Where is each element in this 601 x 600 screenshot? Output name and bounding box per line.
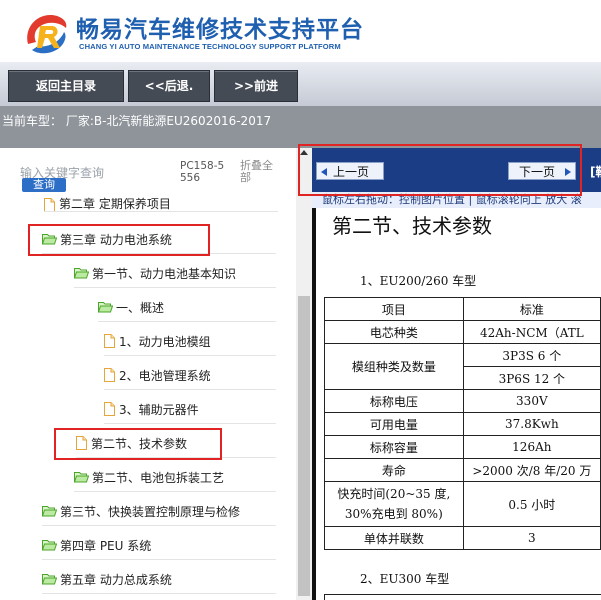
highlight-box [28, 224, 210, 256]
pc-code-label: PC158-5556 [180, 160, 225, 184]
document-viewer: 上一页 下一页 [鞍 鼠标左右拖动：控制图片位置 | 鼠标滚轮向上 放大 滚 第… [312, 148, 601, 600]
document-icon [44, 198, 55, 212]
table-row: 电芯种类 42Ah-NCM（ATL [324, 320, 601, 344]
tree-item[interactable]: 3、辅助元器件 [104, 394, 276, 424]
spec-table: 项目 标准 电芯种类 42Ah-NCM（ATL 模组种类及数量 3P3S 6 个… [324, 297, 601, 550]
table-row: 寿命 >2000 次/8 年/20 万 [324, 458, 601, 482]
app-title: 畅易汽车维修技术支持平台 [76, 17, 364, 43]
tree-item[interactable]: 第五章 动力总成系统 [42, 564, 276, 594]
document-border [312, 208, 316, 600]
folder-open-icon [74, 472, 89, 483]
pager-tail-text: [鞍 [590, 165, 601, 179]
document-icon [104, 334, 115, 348]
logo-icon [27, 14, 67, 54]
collapse-all-button[interactable]: 折叠全部 [240, 160, 280, 184]
highlight-box [298, 144, 582, 196]
folder-open-icon [42, 506, 57, 517]
forward-button[interactable]: >>前进 [214, 70, 298, 102]
document-icon [104, 368, 115, 382]
tree-item[interactable]: 1、动力电池模组 [104, 326, 276, 356]
document-icon [104, 402, 115, 416]
folder-open-icon [74, 268, 89, 279]
tree-item[interactable]: 第一节、动力电池基本知识 [74, 258, 276, 288]
tree-item[interactable]: 第四章 PEU 系统 [42, 530, 276, 560]
folder-open-icon [98, 302, 113, 313]
folder-open-icon [42, 540, 57, 551]
tree-item[interactable]: 第二节、电池包拆装工艺 [74, 462, 276, 492]
document-title: 第二节、技术参数 [332, 214, 492, 238]
catalog-panel: 输入关键字查询 查询 PC158-5556 折叠全部 第二章 定期保养项目 第三… [0, 148, 296, 600]
app-header: 畅易汽车维修技术支持平台 CHANG YI AUTO MAINTENANCE T… [0, 0, 601, 62]
table-row: 单体并联数 3 [324, 526, 601, 550]
home-button[interactable]: 返回主目录 [8, 70, 124, 102]
section-heading: 1、EU200/260 车型 [360, 274, 477, 288]
table-row: 快充时间(20~35 度, 30%充电到 80%) 0.5 小时 [324, 481, 601, 527]
app-subtitle: CHANG YI AUTO MAINTENANCE TECHNOLOGY SUP… [79, 42, 341, 51]
tree-item[interactable]: 2、电池管理系统 [104, 360, 276, 390]
current-vehicle-bar: 当前车型： 厂家:B-北汽新能源EU2602016-2017 [0, 106, 601, 148]
table-row: 模组种类及数量 3P3S 6 个 [324, 343, 601, 390]
tree-item[interactable]: 一、概述 [98, 292, 276, 322]
table-row: 可用电量 37.8Kwh [324, 412, 601, 436]
table-row: 标称容量 126Ah [324, 435, 601, 459]
scrollbar-thumb[interactable] [298, 296, 310, 596]
spec-table-2 [324, 594, 601, 600]
current-vehicle-label: 当前车型： 厂家:B-北汽新能源EU2602016-2017 [2, 114, 272, 128]
highlight-box [54, 428, 222, 460]
table-row: 项目 标准 [324, 297, 601, 321]
back-button[interactable]: <<后退. [128, 70, 210, 102]
folder-open-icon [42, 574, 57, 585]
section-heading: 2、EU300 车型 [360, 572, 450, 586]
tree-item[interactable]: 第二章 定期保养项目 [44, 190, 278, 212]
toolbar: 返回主目录 <<后退. >>前进 [0, 62, 601, 106]
table-row: 标称电压 330V [324, 389, 601, 413]
tree-item[interactable]: 第三节、快换装置控制原理与检修 [42, 496, 276, 526]
